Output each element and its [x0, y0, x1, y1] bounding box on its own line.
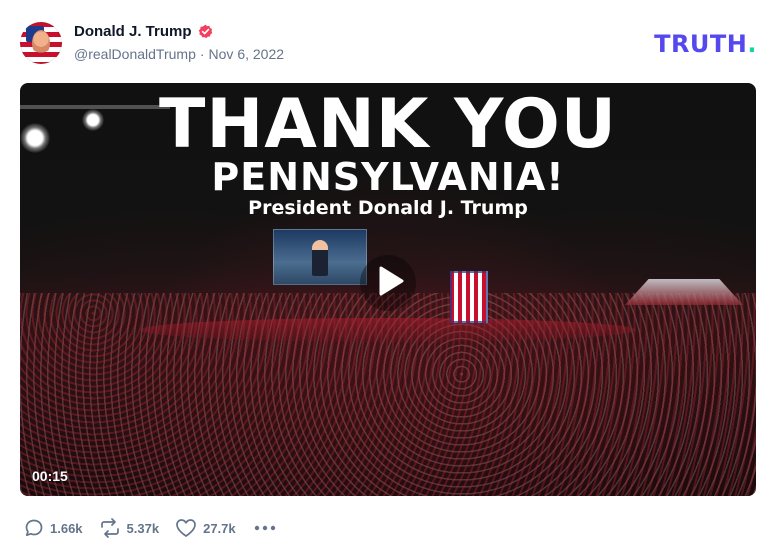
jumbotron-screen [273, 229, 367, 285]
flag-display [450, 271, 488, 323]
play-icon [373, 266, 404, 301]
logo-dot: . [747, 30, 757, 58]
author-name-row: Donald J. Trump [74, 23, 213, 40]
retruth-button[interactable]: 5.37k [99, 518, 160, 538]
arena-floor [140, 318, 636, 342]
logo-text: TRUTH [654, 30, 748, 58]
video-subheadline: PENNSYLVANIA! [211, 155, 565, 199]
video-player[interactable]: THANK YOU PENNSYLVANIA! President Donald… [20, 83, 756, 496]
more-options-button[interactable] [252, 519, 278, 537]
video-headline: THANK YOU [158, 85, 618, 164]
author-name[interactable]: Donald J. Trump [74, 23, 192, 40]
reply-icon [24, 518, 44, 538]
retruth-icon [99, 518, 121, 538]
retruth-count: 5.37k [126, 520, 160, 536]
reply-button[interactable]: 1.66k [24, 518, 83, 538]
like-count: 27.7k [203, 520, 236, 536]
video-caption: President Donald J. Trump [248, 197, 528, 219]
like-icon [175, 518, 197, 538]
author-avatar[interactable] [20, 22, 62, 64]
post-actions: 1.66k 5.37k 27.7k [24, 516, 278, 540]
video-duration: 00:15 [32, 468, 68, 484]
truth-social-logo[interactable]: TRUTH. [654, 30, 757, 58]
stage-tent [625, 279, 743, 305]
like-button[interactable]: 27.7k [175, 518, 236, 538]
author-handle[interactable]: @realDonaldTrump [74, 46, 196, 62]
post-meta: @realDonaldTrump · Nov 6, 2022 [74, 46, 284, 62]
post-header: Donald J. Trump @realDonaldTrump · Nov 6… [20, 20, 757, 68]
meta-separator: · [199, 46, 205, 62]
verified-badge-icon [198, 24, 213, 39]
play-button[interactable] [360, 255, 416, 311]
more-icon [254, 519, 276, 537]
reply-count: 1.66k [50, 520, 83, 536]
post-date[interactable]: Nov 6, 2022 [209, 46, 285, 62]
